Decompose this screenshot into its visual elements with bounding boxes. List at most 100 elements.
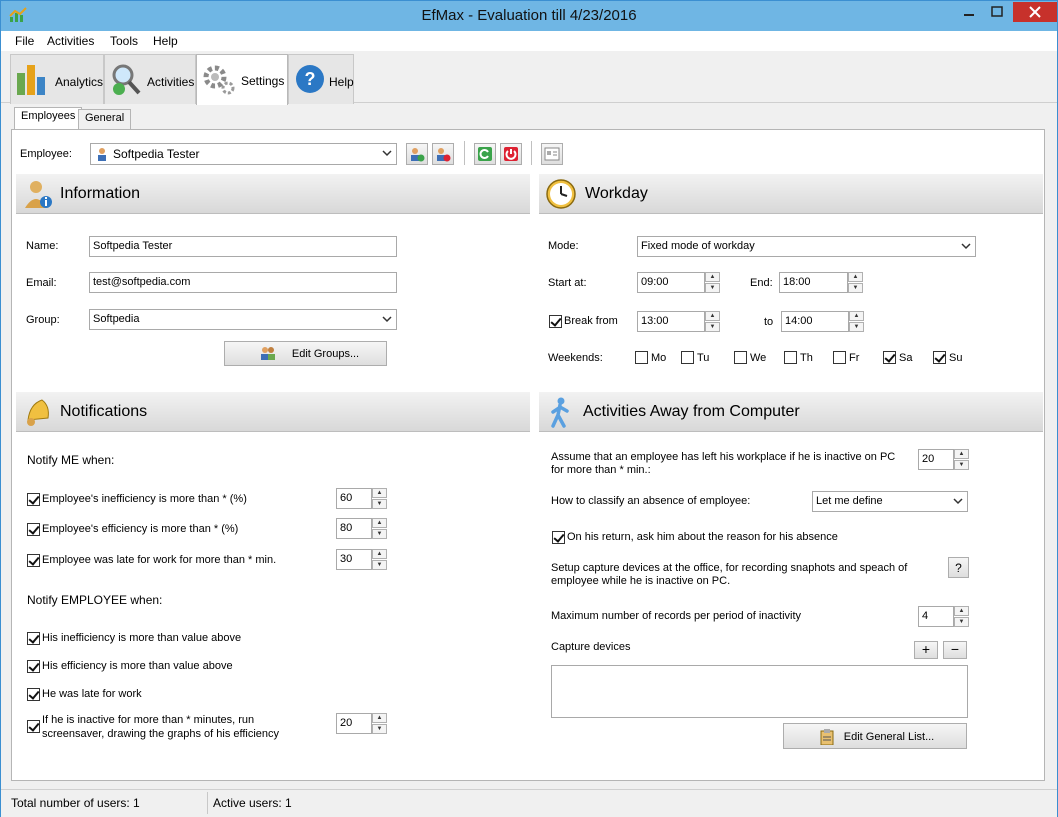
notify-me-spinner[interactable]: 60 ▲ ▼ — [336, 488, 387, 509]
tab-activities[interactable]: Activities — [104, 54, 196, 104]
menu-tools[interactable]: Tools — [110, 34, 138, 48]
spin-up-icon[interactable]: ▲ — [705, 311, 720, 321]
power-icon — [504, 147, 518, 161]
settings-label: Settings — [241, 74, 285, 88]
weekend-checkbox-tu[interactable] — [681, 351, 694, 364]
spin-up-icon[interactable]: ▲ — [372, 713, 387, 723]
notify-me-spinner[interactable]: 80 ▲ ▼ — [336, 518, 387, 539]
notify-me-value[interactable]: 30 — [336, 549, 372, 570]
assume-minutes-value[interactable]: 20 — [918, 449, 954, 470]
maximize-button[interactable] — [983, 2, 1011, 22]
assume-minutes-spinner[interactable]: 20 ▲ ▼ — [918, 449, 969, 470]
notify-me-checkbox[interactable] — [27, 554, 40, 567]
end-time-spinner[interactable]: 18:00 ▲ ▼ — [779, 272, 863, 293]
break-checkbox[interactable] — [549, 315, 562, 328]
break-from-value[interactable]: 13:00 — [637, 311, 705, 332]
menu-activities[interactable]: Activities — [47, 34, 94, 48]
spin-down-icon[interactable]: ▼ — [705, 283, 720, 293]
name-label: Name: — [26, 240, 59, 252]
mode-select[interactable]: Fixed mode of workday — [637, 236, 976, 257]
end-time-value[interactable]: 18:00 — [779, 272, 848, 293]
inactive-checkbox[interactable] — [27, 720, 40, 733]
break-to-value[interactable]: 14:00 — [781, 311, 849, 332]
spin-down-icon[interactable]: ▼ — [372, 560, 387, 570]
spin-up-icon[interactable]: ▲ — [954, 449, 969, 459]
classify-select[interactable]: Let me define — [812, 491, 968, 512]
active-users-status: Active users: 1 — [213, 796, 292, 810]
name-input[interactable]: Softpedia Tester — [89, 236, 397, 257]
spin-down-icon[interactable]: ▼ — [372, 499, 387, 509]
capture-help-button[interactable]: ? — [948, 557, 969, 578]
subtab-employees[interactable]: Employees — [14, 107, 83, 130]
notify-me-checkbox[interactable] — [27, 493, 40, 506]
max-records-spinner[interactable]: 4 ▲ ▼ — [918, 606, 969, 627]
notify-employee-checkbox[interactable] — [27, 688, 40, 701]
minimize-button[interactable] — [955, 2, 983, 22]
spin-up-icon[interactable]: ▲ — [954, 606, 969, 616]
weekend-checkbox-su[interactable] — [933, 351, 946, 364]
notify-me-spinner[interactable]: 30 ▲ ▼ — [336, 549, 387, 570]
notify-employee-heading: Notify EMPLOYEE when: — [27, 593, 163, 607]
remove-device-button[interactable]: − — [943, 641, 967, 659]
add-employee-button[interactable] — [406, 143, 428, 165]
spin-up-icon[interactable]: ▲ — [848, 272, 863, 282]
weekend-checkbox-fr[interactable] — [833, 351, 846, 364]
employee-select[interactable]: Softpedia Tester — [90, 143, 397, 165]
ask-reason-checkbox[interactable] — [552, 531, 565, 544]
away-header: Activities Away from Computer — [539, 392, 1043, 432]
max-records-value[interactable]: 4 — [918, 606, 954, 627]
minimize-icon — [964, 14, 974, 16]
notify-employee-checkbox[interactable] — [27, 660, 40, 673]
close-button[interactable] — [1013, 2, 1057, 22]
maximize-icon — [991, 6, 1003, 17]
weekend-checkbox-we[interactable] — [734, 351, 747, 364]
inactive-minutes-value[interactable]: 20 — [336, 713, 372, 734]
spin-down-icon[interactable]: ▼ — [372, 529, 387, 539]
group-users-icon — [261, 347, 275, 360]
remove-employee-button[interactable] — [432, 143, 454, 165]
spin-down-icon[interactable]: ▼ — [705, 322, 720, 332]
notify-me-value[interactable]: 80 — [336, 518, 372, 539]
weekend-checkbox-mo[interactable] — [635, 351, 648, 364]
spin-up-icon[interactable]: ▲ — [849, 311, 864, 321]
notify-me-checkbox[interactable] — [27, 523, 40, 536]
analytics-icon — [17, 65, 45, 95]
weekend-checkbox-th[interactable] — [784, 351, 797, 364]
spin-down-icon[interactable]: ▼ — [954, 460, 969, 470]
spin-down-icon[interactable]: ▼ — [372, 724, 387, 734]
assume-label-line2: for more than * min.: — [551, 464, 651, 476]
group-select[interactable]: Softpedia — [89, 309, 397, 330]
weekend-checkbox-sa[interactable] — [883, 351, 896, 364]
id-card-button[interactable] — [541, 143, 563, 165]
menu-file[interactable]: File — [15, 34, 34, 48]
max-records-label: Maximum number of records per period of … — [551, 610, 802, 622]
add-device-button[interactable]: + — [914, 641, 938, 659]
edit-groups-button[interactable]: Edit Groups... — [224, 341, 387, 366]
ask-reason-label: On his return, ask him about the reason … — [567, 531, 838, 543]
notify-me-value[interactable]: 60 — [336, 488, 372, 509]
assume-label-line1: Assume that an employee has left his wor… — [551, 451, 896, 463]
spin-up-icon[interactable]: ▲ — [372, 488, 387, 498]
email-input[interactable]: test@softpedia.com — [89, 272, 397, 293]
capture-devices-list[interactable] — [551, 665, 968, 718]
refresh-button[interactable] — [474, 143, 496, 165]
tab-help[interactable]: ? Help — [288, 54, 354, 104]
break-to-spinner[interactable]: 14:00 ▲ ▼ — [781, 311, 864, 332]
power-button[interactable] — [500, 143, 522, 165]
start-time-spinner[interactable]: 09:00 ▲ ▼ — [637, 272, 720, 293]
menu-help[interactable]: Help — [153, 34, 178, 48]
subtab-general[interactable]: General — [78, 109, 132, 129]
spin-up-icon[interactable]: ▲ — [372, 549, 387, 559]
start-time-value[interactable]: 09:00 — [637, 272, 705, 293]
spin-down-icon[interactable]: ▼ — [849, 322, 864, 332]
inactive-minutes-spinner[interactable]: 20 ▲ ▼ — [336, 713, 387, 734]
notify-employee-checkbox[interactable] — [27, 632, 40, 645]
edit-general-list-button[interactable]: Edit General List... — [783, 723, 967, 749]
spin-down-icon[interactable]: ▼ — [848, 283, 863, 293]
break-from-spinner[interactable]: 13:00 ▲ ▼ — [637, 311, 720, 332]
spin-up-icon[interactable]: ▲ — [705, 272, 720, 282]
tab-settings[interactable]: Settings — [196, 54, 288, 105]
spin-down-icon[interactable]: ▼ — [954, 617, 969, 627]
spin-up-icon[interactable]: ▲ — [372, 518, 387, 528]
tab-analytics[interactable]: Analytics — [10, 54, 104, 104]
